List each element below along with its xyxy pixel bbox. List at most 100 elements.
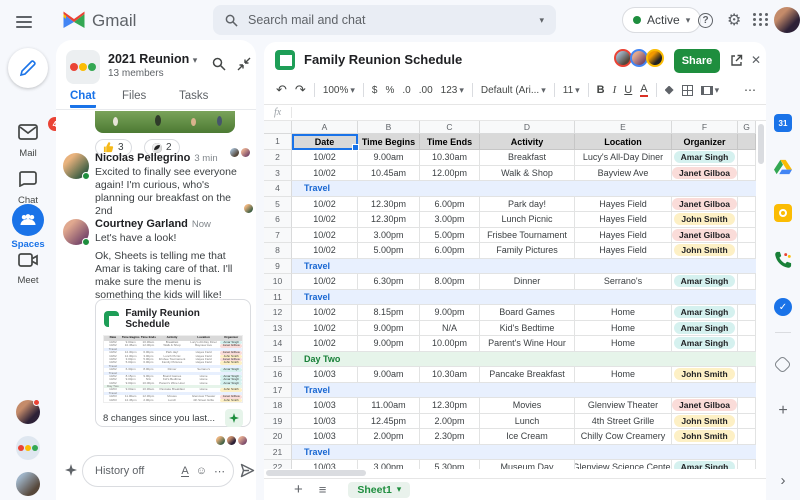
account-avatar[interactable]	[774, 7, 800, 33]
data-cell[interactable]: John Smith	[672, 413, 738, 429]
data-cell[interactable]: 10/03	[292, 460, 358, 469]
data-cell[interactable]: Frisbee Tournament	[480, 227, 575, 243]
data-cell[interactable]: Parent's Wine Hour	[480, 336, 575, 352]
row-header-13[interactable]: 13	[264, 320, 292, 336]
data-cell[interactable]: 12.30pm	[420, 398, 480, 414]
data-cell[interactable]: Serrano's	[575, 274, 672, 290]
sheet-row[interactable]: 12 10/02 8.15pm 9.00pm Board Games Home Amar S…	[264, 305, 756, 321]
voice-icon[interactable]	[774, 251, 792, 269]
data-cell[interactable]: 9.00pm	[420, 305, 480, 321]
row-header-11[interactable]: 11	[264, 289, 292, 305]
data-cell[interactable]: Hayes Field	[575, 243, 672, 259]
data-cell[interactable]: Amar Singh	[672, 274, 738, 290]
data-cell[interactable]: Janet Gilboa	[672, 227, 738, 243]
row-header-4[interactable]: 4	[264, 181, 292, 197]
data-cell[interactable]: 10.30am	[420, 150, 480, 166]
space-menu-caret-icon[interactable]: ▾	[193, 55, 198, 65]
data-cell[interactable]: Glenview Science Center	[575, 460, 672, 469]
data-cell[interactable]: 10/02	[292, 305, 358, 321]
sheets-preview-card[interactable]: Family Reunion Schedule Date Time Begins T…	[95, 299, 251, 427]
sheet-row[interactable]: 9 Travel	[264, 258, 756, 274]
data-cell[interactable]: N/A	[420, 320, 480, 336]
data-cell[interactable]: 8.15pm	[358, 305, 420, 321]
sheet-row[interactable]: 4 Travel	[264, 181, 756, 197]
toolbar-more-icon[interactable]: ⋯	[744, 83, 756, 97]
format-currency-button[interactable]: $	[372, 85, 378, 96]
row-header-15[interactable]: 15	[264, 351, 292, 367]
data-cell[interactable]: 10.00pm	[420, 336, 480, 352]
data-cell[interactable]: 5.00pm	[358, 243, 420, 259]
column-header-G[interactable]: G	[738, 121, 756, 134]
data-cell[interactable]: 10/03	[292, 429, 358, 445]
help-icon[interactable]: ?	[698, 13, 713, 28]
borders-icon[interactable]	[681, 84, 693, 96]
header-cell[interactable]: Time Begins	[358, 134, 420, 150]
data-cell[interactable]: Dinner	[480, 274, 575, 290]
column-header-D[interactable]: D	[480, 121, 575, 134]
header-cell[interactable]: Time Ends	[420, 134, 480, 150]
data-cell[interactable]: 12.30pm	[358, 196, 420, 212]
sheet-row[interactable]: 20 10/03 2.00pm 2.30pm Ice Cream Chilly Cow C…	[264, 429, 756, 445]
data-cell[interactable]: 3.00pm	[420, 212, 480, 228]
vertical-scrollbar[interactable]	[758, 124, 764, 464]
row-header-14[interactable]: 14	[264, 336, 292, 352]
row-header-19[interactable]: 19	[264, 413, 292, 429]
data-cell[interactable]: 10/03	[292, 398, 358, 414]
increase-decimal-button[interactable]: .00	[419, 85, 433, 96]
sheet-row[interactable]: 14 10/02 9.00pm 10.00pm Parent's Wine Hour Ho…	[264, 336, 756, 352]
tasks-icon[interactable]: ✓	[774, 298, 792, 316]
row-header-18[interactable]: 18	[264, 398, 292, 414]
data-cell[interactable]: John Smith	[672, 243, 738, 259]
data-cell[interactable]: Pancake Breakfast	[480, 367, 575, 383]
band-cell-day-two[interactable]: Day Two	[292, 351, 756, 367]
main-menu-icon[interactable]	[16, 13, 32, 31]
pinned-chat-avatar-1[interactable]	[16, 399, 40, 424]
row-header-17[interactable]: 17	[264, 382, 292, 398]
formula-bar[interactable]: fx	[264, 104, 766, 121]
spreadsheet-title[interactable]: Family Reunion Schedule	[304, 52, 462, 67]
font-select[interactable]: Default (Ari... ▾	[481, 85, 546, 96]
data-cell[interactable]: Family Pictures	[480, 243, 575, 259]
data-cell[interactable]: Lucy's All-Day Diner	[575, 150, 672, 166]
data-cell[interactable]: 9.00pm	[358, 336, 420, 352]
row-header-8[interactable]: 8	[264, 243, 292, 259]
data-cell[interactable]: Museum Day	[480, 460, 575, 469]
decrease-decimal-button[interactable]: .0	[402, 85, 410, 96]
text-format-icon[interactable]: A	[181, 465, 189, 477]
emoji-icon[interactable]: ☺	[196, 465, 207, 477]
data-cell[interactable]: Lunch Picnic	[480, 212, 575, 228]
data-cell[interactable]: 10/02	[292, 336, 358, 352]
data-cell[interactable]: Hayes Field	[575, 196, 672, 212]
summarize-button[interactable]	[225, 409, 243, 427]
sheet-row[interactable]: 19 10/03 12.45pm 2.00pm Lunch 4th Street Gril…	[264, 413, 756, 429]
pinned-space-avatar[interactable]	[16, 436, 40, 460]
sheet-row[interactable]: 13 10/02 9.00pm N/A Kid's Bedtime Home Amar Si…	[264, 320, 756, 336]
sheet-row[interactable]: 7 10/02 3.00pm 5.00pm Frisbee Tournament Haye…	[264, 227, 756, 243]
column-header-C[interactable]: C	[420, 121, 480, 134]
row-header-9[interactable]: 9	[264, 258, 292, 274]
row-header-6[interactable]: 6	[264, 212, 292, 228]
collapse-rail-icon[interactable]: ›	[774, 472, 792, 490]
underline-button[interactable]: U	[624, 84, 632, 96]
collapse-panel-icon[interactable]	[237, 57, 251, 71]
get-addons-icon[interactable]: +	[774, 402, 792, 420]
keep-icon[interactable]	[774, 204, 792, 222]
sidebar-item-spaces[interactable]: Spaces	[0, 204, 56, 250]
band-cell-travel[interactable]: Travel	[292, 289, 756, 305]
google-apps-grid-icon[interactable]	[753, 13, 769, 26]
search-in-space-icon[interactable]	[212, 57, 226, 71]
addons-icon[interactable]	[773, 355, 792, 374]
row-header-3[interactable]: 3	[264, 165, 292, 181]
sheet-row[interactable]: 3 10/02 10.45am 12.00pm Walk & Shop Bayview A…	[264, 165, 756, 181]
zoom-select[interactable]: 100% ▾	[323, 85, 355, 96]
header-cell[interactable]: Location	[575, 134, 672, 150]
open-in-new-icon[interactable]	[730, 54, 743, 67]
data-cell[interactable]: Chilly Cow Creamery	[575, 429, 672, 445]
row-header-12[interactable]: 12	[264, 305, 292, 321]
data-cell[interactable]: 11.00am	[358, 398, 420, 414]
data-cell[interactable]: Bayview Ave	[575, 165, 672, 181]
data-cell[interactable]: 6.30pm	[358, 274, 420, 290]
sheet-row[interactable]: 5 10/02 12.30pm 6.00pm Park day! Hayes Field J…	[264, 196, 756, 212]
font-size-select[interactable]: 11 ▾	[563, 85, 580, 96]
data-cell[interactable]: 12.45pm	[358, 413, 420, 429]
